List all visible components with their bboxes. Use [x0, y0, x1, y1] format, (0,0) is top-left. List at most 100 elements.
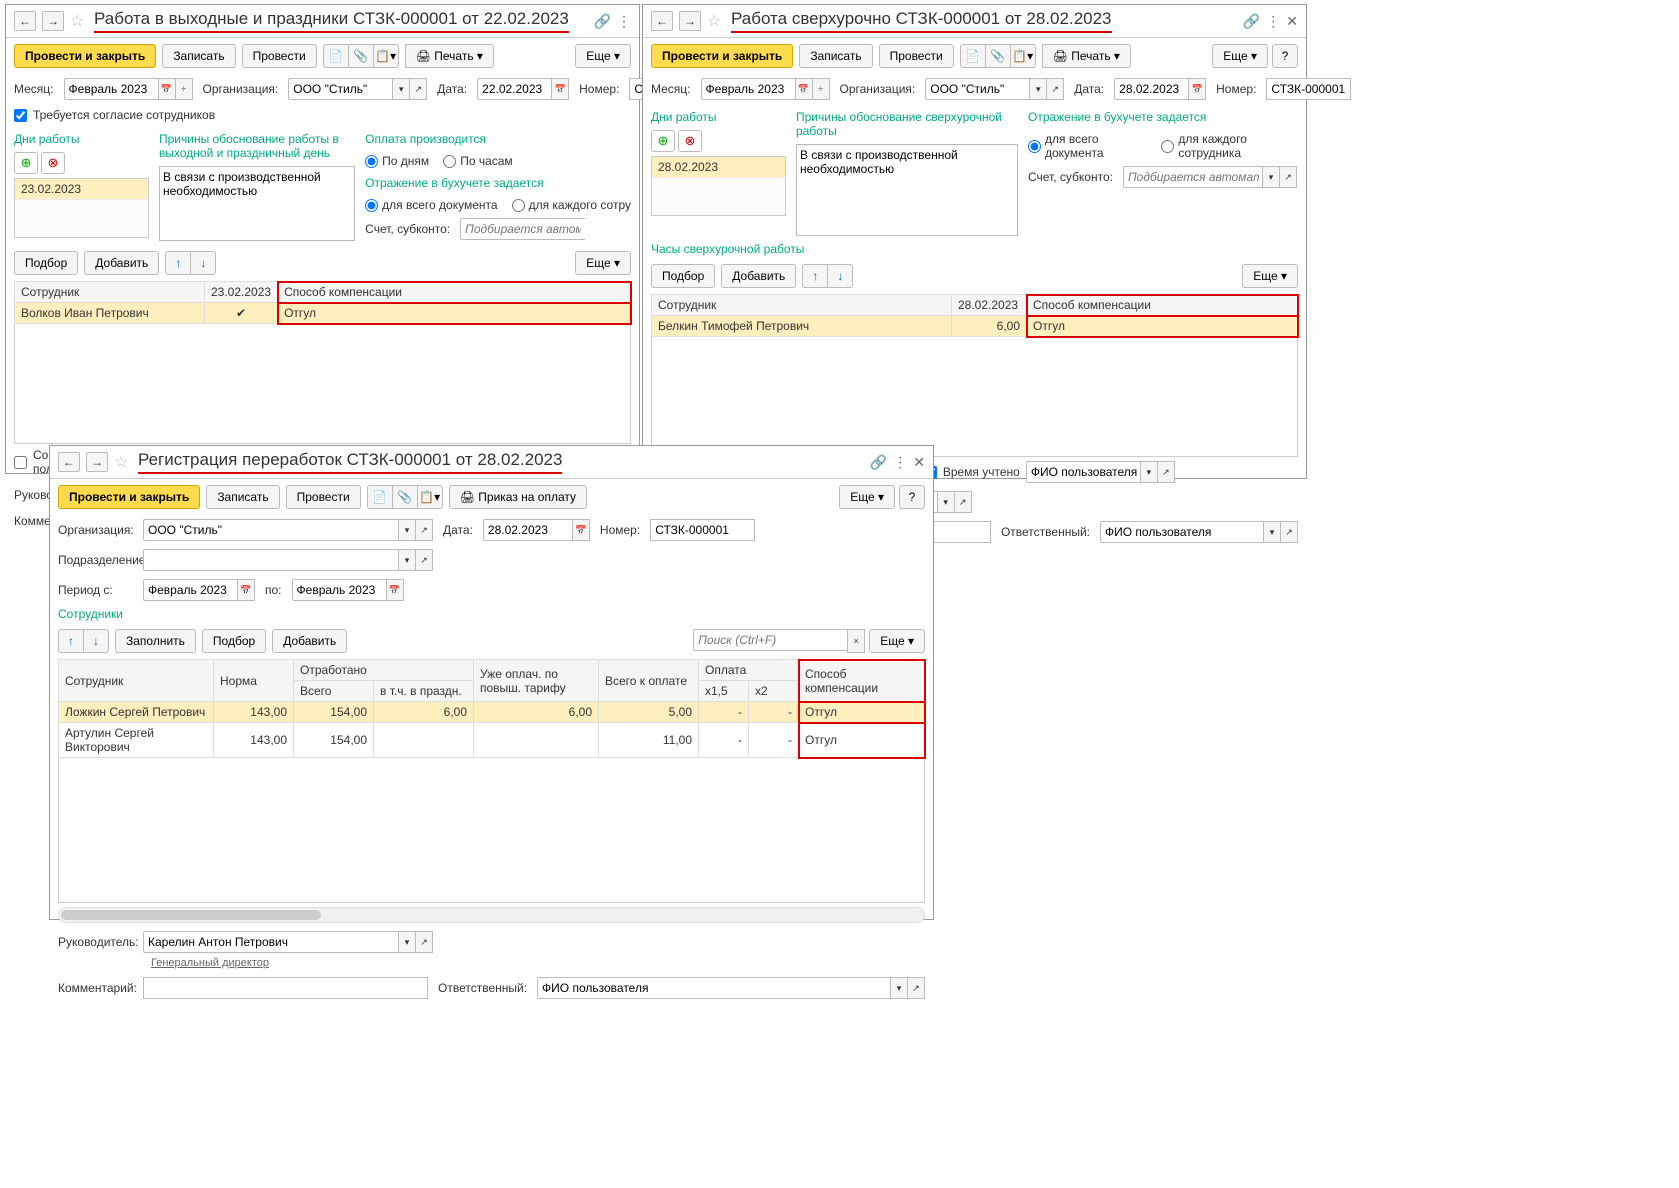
- open-icon[interactable]: ↗: [415, 519, 433, 541]
- scroll-thumb[interactable]: [61, 910, 321, 920]
- close-icon[interactable]: ✕: [1286, 13, 1298, 30]
- del-day-button[interactable]: ⊗: [678, 130, 702, 152]
- link-icon[interactable]: 🔗: [870, 454, 887, 471]
- acc-sub-field[interactable]: [1123, 166, 1263, 188]
- related-icon[interactable]: 📋▾: [373, 44, 399, 68]
- table-row[interactable]: Ложкин Сергей Петрович 143,00 154,00 6,0…: [59, 702, 925, 723]
- dropdown-icon[interactable]: ▾: [937, 491, 955, 513]
- dropdown-icon[interactable]: ▾: [392, 78, 410, 100]
- more-button[interactable]: Еще ▾: [575, 251, 631, 275]
- add-day-button[interactable]: ⊕: [651, 130, 675, 152]
- related-icon[interactable]: 📋▾: [1010, 44, 1036, 68]
- date-field[interactable]: [483, 519, 573, 541]
- pay-hour-radio[interactable]: [443, 155, 456, 168]
- consent-ok-check[interactable]: [14, 456, 27, 469]
- down-icon[interactable]: ↓: [827, 264, 853, 288]
- calendar-icon[interactable]: 📅: [795, 78, 813, 100]
- scrollbar[interactable]: [58, 907, 925, 923]
- back-button[interactable]: ←: [651, 11, 673, 31]
- select-button[interactable]: Подбор: [202, 629, 266, 653]
- stepper-icon[interactable]: ÷: [812, 78, 830, 100]
- calendar-icon[interactable]: 📅: [158, 78, 176, 100]
- attach-icon[interactable]: 📎: [348, 44, 374, 68]
- doc-icon[interactable]: 📄: [367, 485, 393, 509]
- forward-button[interactable]: →: [679, 11, 701, 31]
- calendar-icon[interactable]: 📅: [237, 579, 255, 601]
- comment-field[interactable]: [143, 977, 428, 999]
- add-button[interactable]: Добавить: [272, 629, 347, 653]
- num-field[interactable]: [650, 519, 755, 541]
- acc-emp-radio[interactable]: [512, 199, 525, 212]
- back-button[interactable]: ←: [14, 11, 36, 31]
- period-from-field[interactable]: [143, 579, 238, 601]
- org-field[interactable]: [925, 78, 1030, 100]
- dropdown-icon[interactable]: ▾: [398, 931, 416, 953]
- kebab-icon[interactable]: ⋮: [1266, 13, 1280, 30]
- down-icon[interactable]: ↓: [83, 629, 109, 653]
- dropdown-icon[interactable]: ▾: [1029, 78, 1047, 100]
- mgr-field[interactable]: [143, 931, 399, 953]
- doc-icon[interactable]: 📄: [960, 44, 986, 68]
- date-list[interactable]: 23.02.2023: [14, 178, 149, 238]
- pay-day-radio[interactable]: [365, 155, 378, 168]
- dropdown-icon[interactable]: ▾: [398, 519, 416, 541]
- post-button[interactable]: Провести: [879, 44, 954, 68]
- order-button[interactable]: Приказ на оплату: [449, 485, 587, 509]
- clear-icon[interactable]: ×: [847, 629, 865, 653]
- table-row[interactable]: Артулин Сергей Викторович 143,00 154,00 …: [59, 723, 925, 758]
- calendar-icon[interactable]: 📅: [551, 78, 569, 100]
- more-button[interactable]: Еще ▾: [869, 629, 925, 653]
- related-icon[interactable]: 📋▾: [417, 485, 443, 509]
- add-button[interactable]: Добавить: [721, 264, 796, 288]
- dropdown-icon[interactable]: ▾: [1140, 461, 1158, 483]
- post-button[interactable]: Провести: [286, 485, 361, 509]
- employees-table[interactable]: Сотрудник 28.02.2023 Способ компенсации …: [651, 294, 1298, 337]
- forward-button[interactable]: →: [42, 11, 64, 31]
- reasons-field[interactable]: В связи с производственной необходимость…: [159, 166, 355, 241]
- date-item[interactable]: 23.02.2023: [15, 179, 148, 200]
- reasons-field[interactable]: В связи с производственной необходимость…: [796, 144, 1018, 236]
- acc-doc-radio[interactable]: [1028, 140, 1041, 153]
- more-button[interactable]: Еще ▾: [1242, 264, 1298, 288]
- open-icon[interactable]: ↗: [409, 78, 427, 100]
- dropdown-icon[interactable]: ▾: [398, 549, 416, 571]
- date-field[interactable]: [477, 78, 552, 100]
- close-icon[interactable]: ✕: [913, 454, 925, 471]
- acc-emp-radio[interactable]: [1161, 140, 1174, 153]
- overtime-table[interactable]: Сотрудник Норма Отработано Уже оплач. по…: [58, 659, 925, 758]
- select-button[interactable]: Подбор: [14, 251, 78, 275]
- open-icon[interactable]: ↗: [907, 977, 925, 999]
- more-button[interactable]: Еще ▾: [1212, 44, 1268, 68]
- select-button[interactable]: Подбор: [651, 264, 715, 288]
- open-icon[interactable]: ↗: [415, 549, 433, 571]
- stepper-icon[interactable]: ÷: [175, 78, 193, 100]
- back-button[interactable]: ←: [58, 452, 80, 472]
- star-icon[interactable]: ☆: [70, 11, 88, 31]
- post-close-button[interactable]: Провести и закрыть: [58, 485, 200, 509]
- up-icon[interactable]: ↑: [165, 251, 191, 275]
- up-icon[interactable]: ↑: [58, 629, 84, 653]
- date-field[interactable]: [1114, 78, 1189, 100]
- print-button[interactable]: Печать ▾: [1042, 44, 1131, 68]
- employees-table[interactable]: Сотрудник 23.02.2023 Способ компенсации …: [14, 281, 631, 324]
- forward-button[interactable]: →: [86, 452, 108, 472]
- org-field[interactable]: [288, 78, 393, 100]
- doc-icon[interactable]: 📄: [323, 44, 349, 68]
- dropdown-icon[interactable]: ▾: [1263, 521, 1281, 543]
- fio-field[interactable]: [1026, 461, 1141, 483]
- save-button[interactable]: Записать: [206, 485, 279, 509]
- kebab-icon[interactable]: ⋮: [893, 454, 907, 471]
- num-field[interactable]: [1266, 78, 1351, 100]
- open-icon[interactable]: ↗: [1279, 166, 1297, 188]
- calendar-icon[interactable]: 📅: [1188, 78, 1206, 100]
- open-icon[interactable]: ↗: [415, 931, 433, 953]
- resp-field[interactable]: [1100, 521, 1264, 543]
- help-button[interactable]: ?: [1272, 44, 1298, 68]
- table-row[interactable]: Волков Иван Петрович ✔ Отгул: [15, 303, 631, 324]
- org-field[interactable]: [143, 519, 399, 541]
- acc-sub-field[interactable]: [460, 218, 585, 240]
- link-icon[interactable]: 🔗: [1243, 13, 1260, 30]
- post-button[interactable]: Провести: [242, 44, 317, 68]
- search-input[interactable]: [693, 629, 848, 651]
- open-icon[interactable]: ↗: [1046, 78, 1064, 100]
